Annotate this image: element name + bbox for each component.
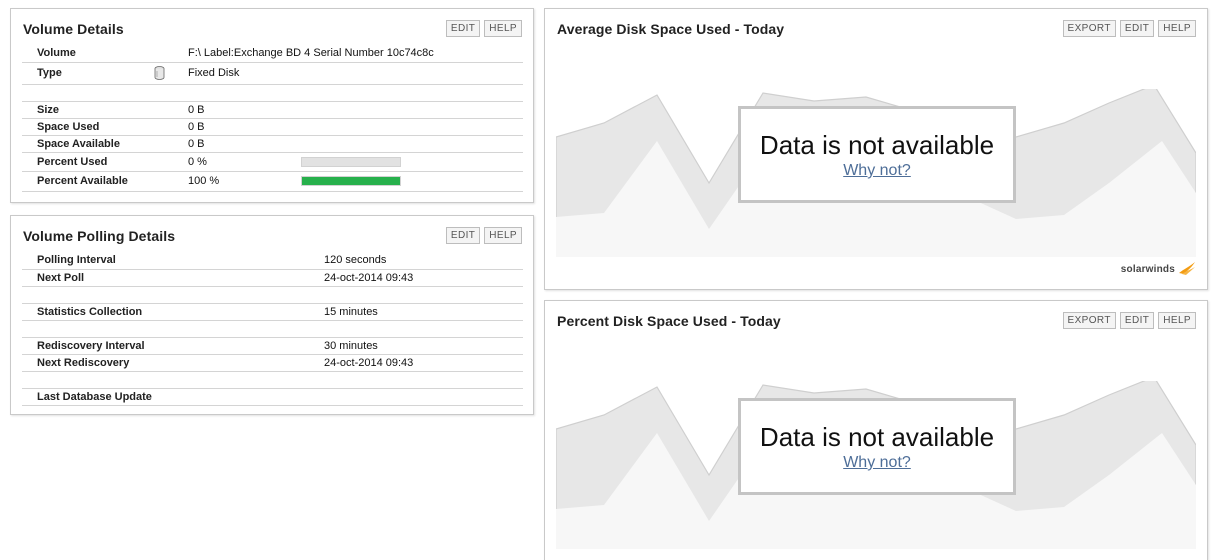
type-label: Type xyxy=(22,62,173,85)
help-button[interactable]: HELP xyxy=(484,227,522,244)
edit-button[interactable]: EDIT xyxy=(445,20,481,37)
table-row xyxy=(22,371,523,389)
table-row: Volume F:\ Label:Exchange BD 4 Serial Nu… xyxy=(22,45,523,63)
table-row xyxy=(22,286,523,304)
table-row: Percent Used 0 % xyxy=(22,152,523,172)
volume-value: F:\ Label:Exchange BD 4 Serial Number 10… xyxy=(173,45,523,63)
space-available-label: Space Available xyxy=(22,135,173,153)
panel-title: Percent Disk Space Used - Today xyxy=(557,313,781,329)
space-used-value: 0 B xyxy=(173,118,523,136)
panel-actions: EXPORT EDIT HELP xyxy=(1062,312,1196,329)
last-database-update-label: Last Database Update xyxy=(22,388,309,406)
percent-available-fill xyxy=(302,177,400,185)
data-unavailable-box: Data is not available Why not? xyxy=(738,106,1016,203)
edit-button[interactable]: EDIT xyxy=(1119,20,1155,37)
solarwinds-logo: solarwinds xyxy=(1121,261,1196,275)
statistics-collection-label: Statistics Collection xyxy=(22,303,309,321)
panel-actions: EXPORT EDIT HELP xyxy=(1062,20,1196,37)
table-row: Statistics Collection 15 minutes xyxy=(22,303,523,321)
space-available-value: 0 B xyxy=(173,135,523,153)
panel-title: Average Disk Space Used - Today xyxy=(557,21,785,37)
table-row: Next Poll 24-oct-2014 09:43 xyxy=(22,269,523,287)
why-not-link[interactable]: Why not? xyxy=(843,162,911,180)
next-rediscovery-label: Next Rediscovery xyxy=(22,354,309,372)
size-value: 0 B xyxy=(173,101,523,119)
help-button[interactable]: HELP xyxy=(1158,20,1196,37)
table-row: Rediscovery Interval 30 minutes xyxy=(22,337,523,355)
data-unavailable-message: Data is not available xyxy=(759,422,995,452)
export-button[interactable]: EXPORT xyxy=(1062,20,1116,37)
table-row: Percent Available 100 % xyxy=(22,171,523,192)
polling-details-table: Polling Interval 120 seconds Next Poll 2… xyxy=(22,252,523,406)
table-row: Last Database Update xyxy=(22,388,523,406)
table-row: Space Used 0 B xyxy=(22,118,523,136)
polling-interval-label: Polling Interval xyxy=(22,252,309,270)
next-poll-label: Next Poll xyxy=(22,269,309,287)
table-row: Next Rediscovery 24-oct-2014 09:43 xyxy=(22,354,523,372)
data-unavailable-box: Data is not available Why not? xyxy=(738,398,1016,495)
table-row: Size 0 B xyxy=(22,101,523,119)
polling-interval-value: 120 seconds xyxy=(309,252,523,270)
percent-available-value: 100 % xyxy=(173,171,286,192)
help-button[interactable]: HELP xyxy=(1158,312,1196,329)
table-row: Polling Interval 120 seconds xyxy=(22,252,523,270)
percent-used-value: 0 % xyxy=(173,152,286,172)
panel-title: Volume Polling Details xyxy=(23,228,176,244)
volume-label: Volume xyxy=(22,45,173,63)
table-row: Type Fixed Disk xyxy=(22,62,523,85)
last-database-update-value xyxy=(309,388,523,406)
rediscovery-interval-label: Rediscovery Interval xyxy=(22,337,309,355)
next-rediscovery-value: 24-oct-2014 09:43 xyxy=(309,354,523,372)
table-row xyxy=(22,84,523,102)
solarwinds-flame-icon xyxy=(1179,262,1195,275)
panel-actions: EDIT HELP xyxy=(445,20,522,37)
table-row xyxy=(22,320,523,338)
statistics-collection-value: 15 minutes xyxy=(309,303,523,321)
volume-polling-panel: Volume Polling Details EDIT HELP Polling… xyxy=(10,215,534,415)
panel-actions: EDIT HELP xyxy=(445,227,522,244)
export-button[interactable]: EXPORT xyxy=(1062,312,1116,329)
table-row: Space Available 0 B xyxy=(22,135,523,153)
help-button[interactable]: HELP xyxy=(484,20,522,37)
disk-icon xyxy=(154,66,165,80)
average-disk-space-panel: Average Disk Space Used - Today EXPORT E… xyxy=(544,8,1208,290)
volume-details-table: Volume F:\ Label:Exchange BD 4 Serial Nu… xyxy=(22,45,523,192)
logo-text: solarwinds xyxy=(1120,264,1176,275)
percent-used-label: Percent Used xyxy=(22,152,173,172)
data-unavailable-message: Data is not available xyxy=(759,130,995,160)
next-poll-value: 24-oct-2014 09:43 xyxy=(309,269,523,287)
space-used-label: Space Used xyxy=(22,118,173,136)
panel-title: Volume Details xyxy=(23,21,124,37)
edit-button[interactable]: EDIT xyxy=(445,227,481,244)
rediscovery-interval-value: 30 minutes xyxy=(309,337,523,355)
volume-details-panel: Volume Details EDIT HELP Volume F:\ Labe… xyxy=(10,8,534,203)
type-value: Fixed Disk xyxy=(188,66,240,79)
percent-available-label: Percent Available xyxy=(22,171,173,192)
percent-available-bar xyxy=(301,176,401,186)
why-not-link[interactable]: Why not? xyxy=(843,454,911,472)
edit-button[interactable]: EDIT xyxy=(1119,312,1155,329)
percent-used-bar xyxy=(301,156,401,167)
size-label: Size xyxy=(22,101,173,119)
percent-disk-space-panel: Percent Disk Space Used - Today EXPORT E… xyxy=(544,300,1208,560)
